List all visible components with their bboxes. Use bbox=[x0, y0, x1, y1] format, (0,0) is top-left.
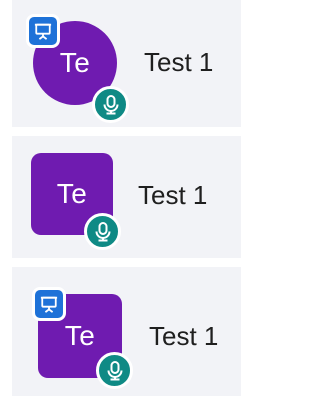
participant-tile[interactable]: Te Test 1 bbox=[12, 136, 241, 258]
presentation-icon bbox=[32, 287, 66, 321]
participant-tile[interactable]: Te Test 1 bbox=[12, 267, 241, 396]
microphone-icon bbox=[92, 86, 129, 123]
avatar-initials: Te bbox=[56, 178, 88, 209]
avatar-initials: Te bbox=[59, 47, 91, 78]
participant-name: Test 1 bbox=[144, 47, 214, 77]
participant-list: Te Test 1 Te Test 1 Te Test 1 bbox=[0, 0, 241, 396]
participant-name: Test 1 bbox=[138, 180, 208, 210]
avatar-initials: Te bbox=[64, 320, 96, 351]
presentation-icon bbox=[26, 14, 60, 48]
microphone-icon bbox=[84, 213, 121, 250]
participant-name: Test 1 bbox=[149, 321, 219, 351]
participant-tile[interactable]: Te Test 1 bbox=[12, 0, 241, 127]
microphone-icon bbox=[96, 352, 133, 389]
